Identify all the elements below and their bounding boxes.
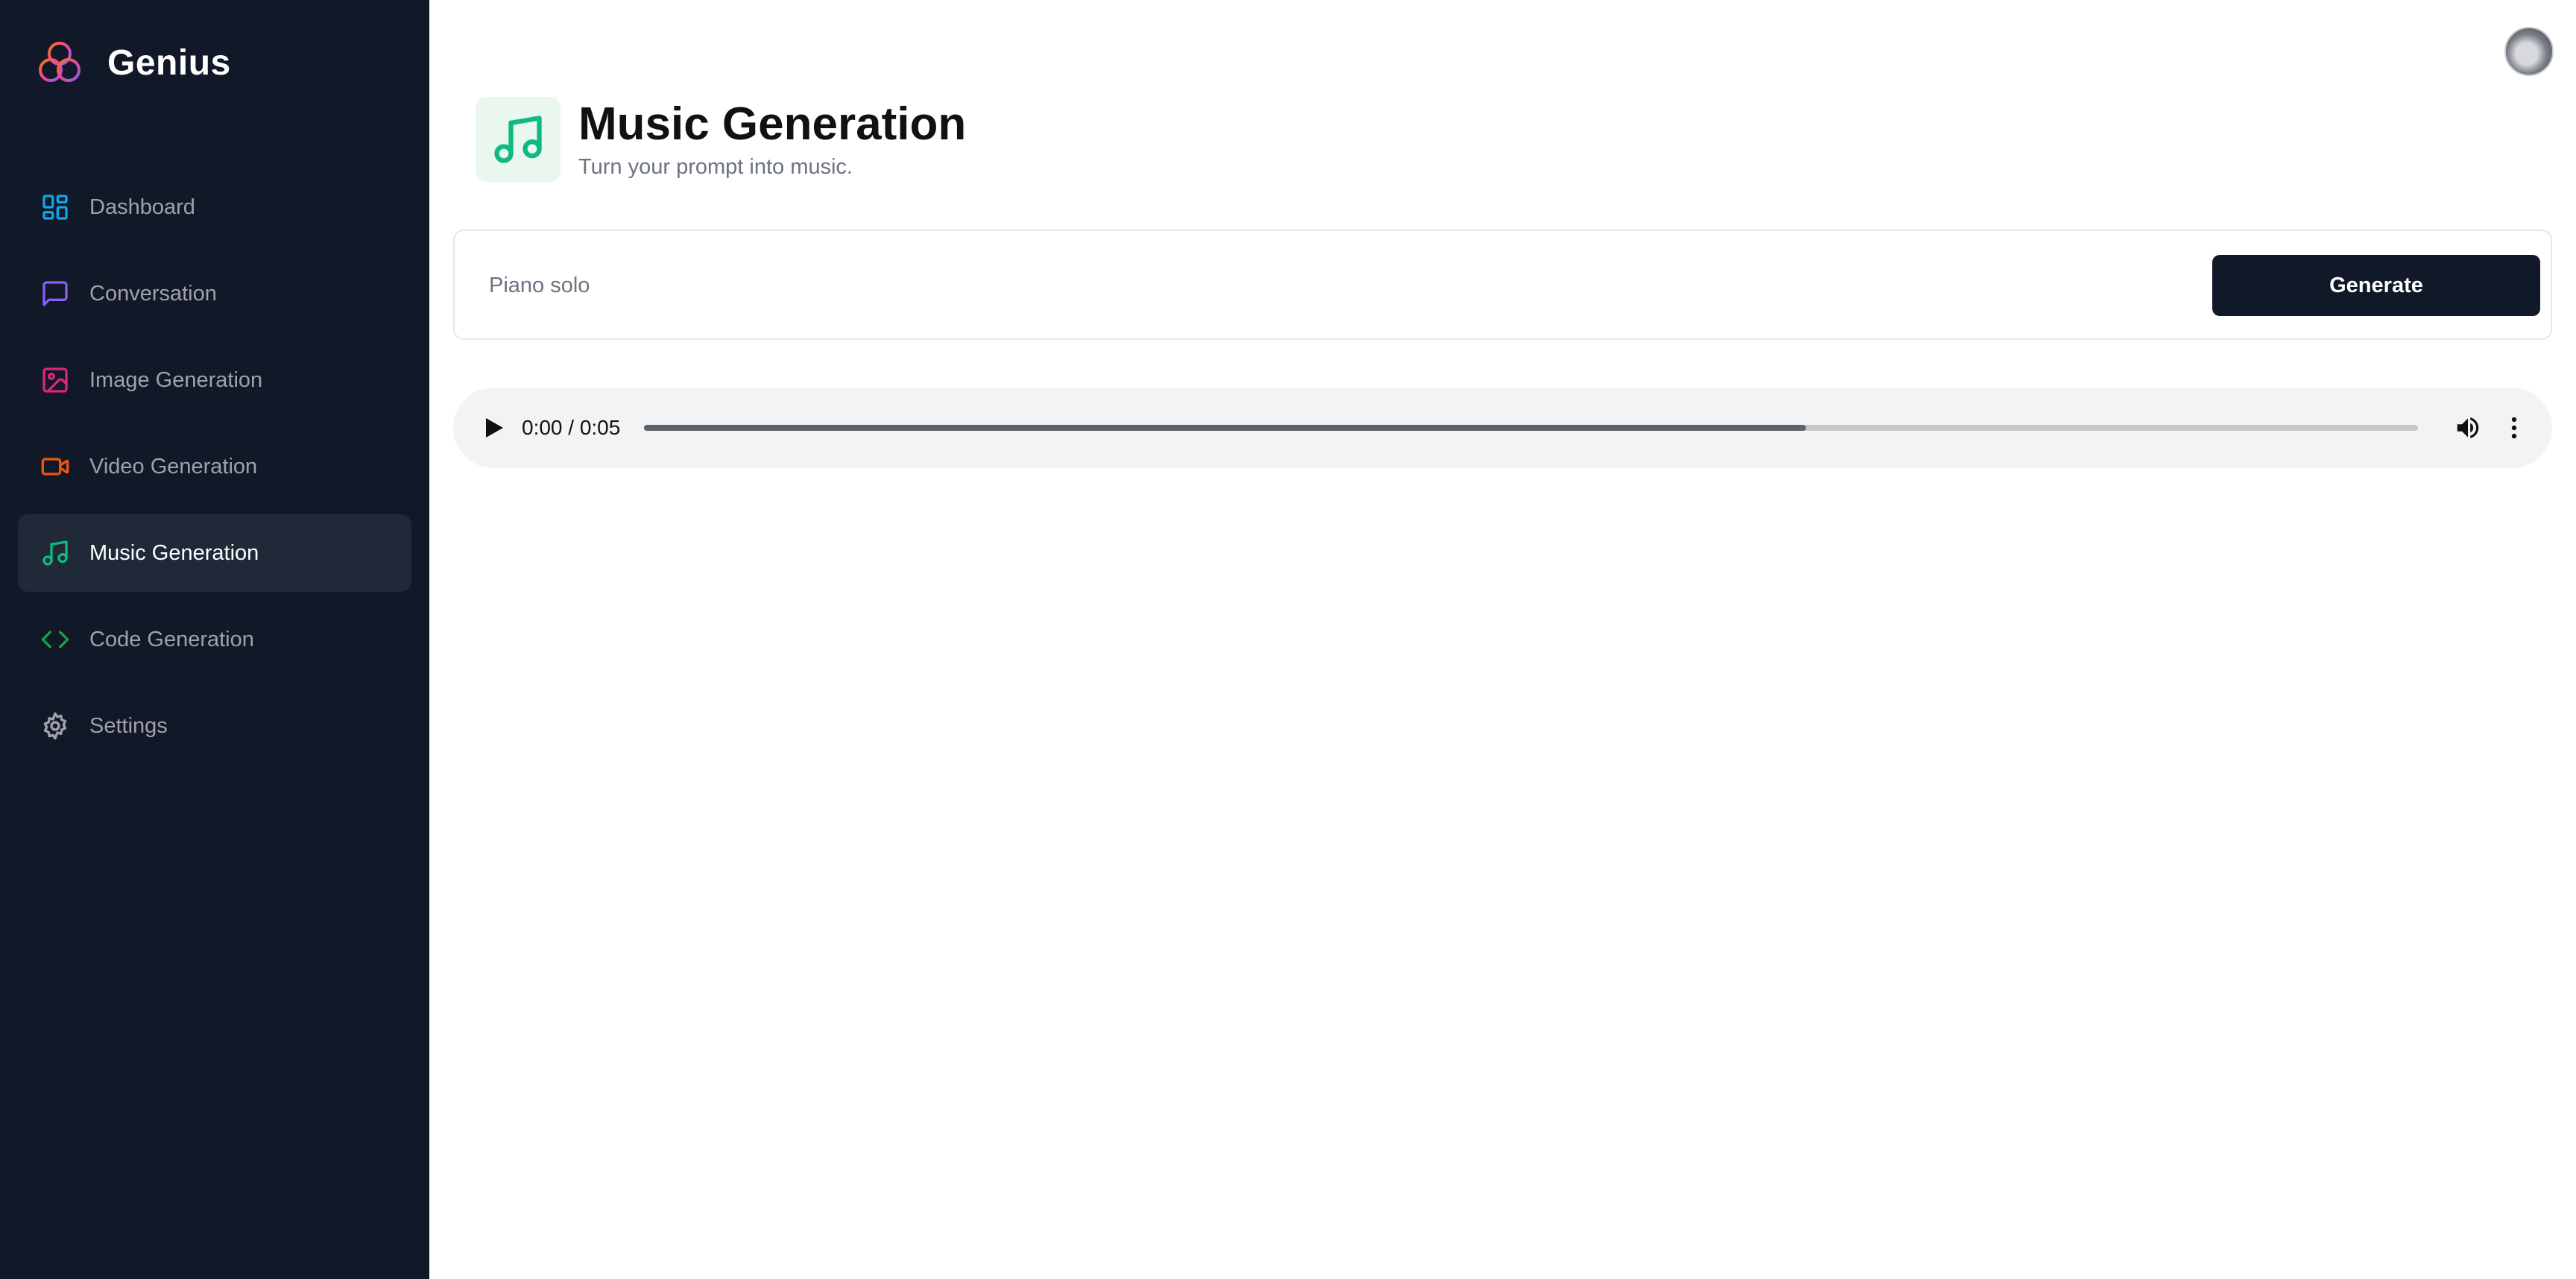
app-window: Genius Dashboard Conversation Image Gene… [0,0,2576,1279]
sidebar-item-label: Video Generation [89,454,258,479]
sidebar-item-video-generation[interactable]: Video Generation [18,428,411,505]
sidebar-item-conversation[interactable]: Conversation [18,255,411,332]
brand-name: Genius [107,42,231,83]
message-square-icon [40,279,70,309]
sidebar-item-label: Settings [89,713,168,738]
prompt-input[interactable] [489,262,2203,309]
page-heading: Music Generation Turn your prompt into m… [476,97,966,182]
sidebar-item-label: Conversation [89,281,217,306]
main-content: Music Generation Turn your prompt into m… [429,0,2576,1279]
prompt-form: Generate [453,230,2552,340]
sidebar-item-dashboard[interactable]: Dashboard [18,168,411,246]
buffered-bar [644,425,1807,431]
more-options-icon[interactable] [2500,414,2528,442]
audio-player: 0:00 / 0:05 [453,388,2552,468]
user-avatar[interactable] [2504,27,2554,76]
heading-icon-box [476,97,561,182]
sidebar-item-image-generation[interactable]: Image Generation [18,341,411,419]
sidebar-item-music-generation[interactable]: Music Generation [18,514,411,592]
sidebar-item-label: Image Generation [89,367,263,392]
page-subtitle: Turn your prompt into music. [578,154,853,179]
sidebar-item-label: Code Generation [89,627,254,651]
progress-slider[interactable] [644,425,2419,431]
sidebar: Genius Dashboard Conversation Image Gene… [0,0,429,1279]
sidebar-item-code-generation[interactable]: Code Generation [18,601,411,678]
music-icon [494,116,542,163]
sidebar-item-label: Music Generation [89,540,259,565]
genius-logo-icon [39,42,80,82]
sidebar-nav: Dashboard Conversation Image Generation … [18,168,411,774]
sidebar-item-settings[interactable]: Settings [18,687,411,765]
page-title: Music Generation [578,98,967,151]
layout-dashboard-icon [40,192,70,222]
play-icon[interactable] [483,416,505,440]
code-icon [40,625,70,654]
heading-text: Music Generation Turn your prompt into m… [578,99,966,179]
settings-icon [40,711,70,741]
music-icon [40,538,70,568]
sidebar-item-label: Dashboard [89,195,195,219]
generate-button[interactable]: Generate [2212,255,2540,316]
video-icon [40,452,70,481]
brand[interactable]: Genius [34,39,231,86]
volume-icon[interactable] [2454,414,2482,442]
image-icon [40,365,70,395]
playback-time: 0:00 / 0:05 [522,416,621,439]
